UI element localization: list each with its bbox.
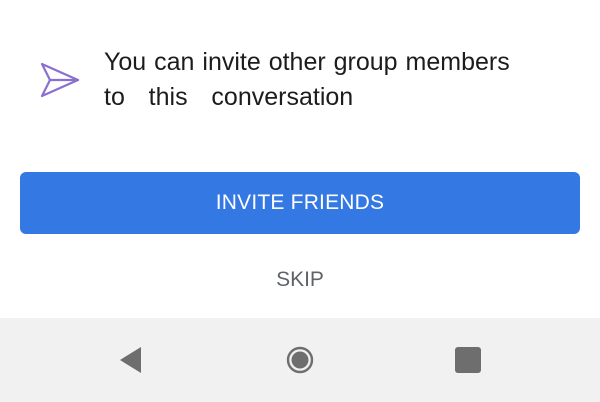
home-icon[interactable] xyxy=(280,340,320,380)
back-icon[interactable] xyxy=(111,340,151,380)
skip-button[interactable]: SKIP xyxy=(220,258,380,302)
invite-message-line-2: to this conversation xyxy=(104,83,354,111)
invite-screen: You can invite other group members to th… xyxy=(0,0,600,402)
system-navigation-bar xyxy=(0,318,600,402)
invite-friends-button[interactable]: INVITE FRIENDS xyxy=(20,172,580,234)
invite-message-line-1: You can invite other group members xyxy=(104,48,510,76)
invite-message: You can invite other group members to th… xyxy=(104,45,574,115)
recents-icon[interactable] xyxy=(448,340,488,380)
invite-info: You can invite other group members to th… xyxy=(0,0,600,150)
send-icon xyxy=(38,58,82,102)
